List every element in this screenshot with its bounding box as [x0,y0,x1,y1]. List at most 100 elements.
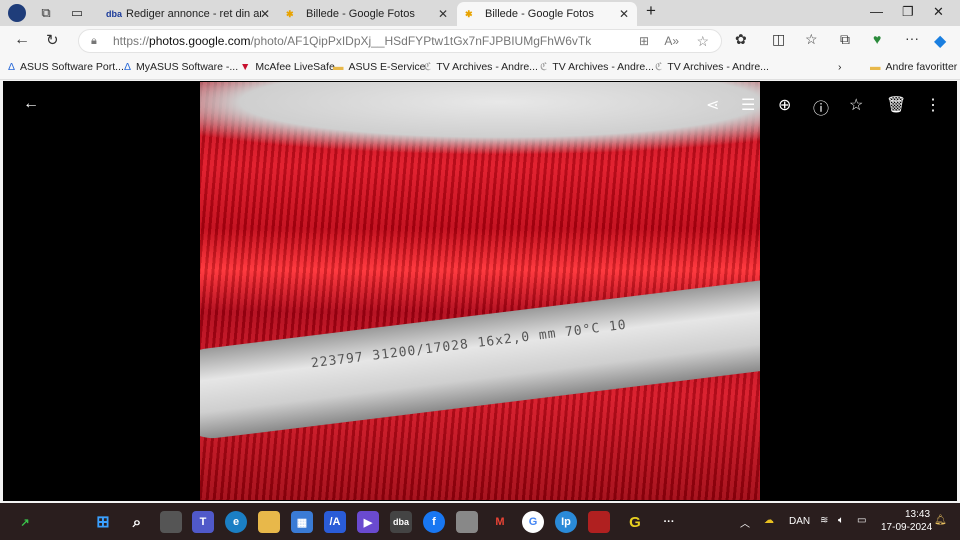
store-icon[interactable]: ▦ [291,511,313,533]
url-input[interactable]: 🔒︎ https://photos.google.com/photo/AF1Qi… [78,29,722,53]
notifications-bell-icon[interactable]: 🔔︎ [934,515,947,526]
clock-date[interactable]: 17-09-2024 [881,522,932,533]
back-button[interactable]: ← [14,31,30,49]
tab-bar: ⧉ ▭ dba Rediger annonce - ret din annonc… [0,0,960,26]
url-prefix: https:// [113,34,150,48]
refresh-button[interactable]: ↻ [46,31,59,49]
wifi-icon[interactable]: ≋ [820,515,828,526]
favorite-star-icon[interactable]: ☆ [849,95,863,115]
bookmarks-bar: Δ ASUS Software Port... Δ MyASUS Software … [0,56,960,80]
favorite-star-icon[interactable]: ☆ [696,33,709,50]
myasus-icon[interactable]: /A [324,511,346,533]
bookmark-item[interactable]: ℭ TV Archives - Andre... [424,61,538,73]
collections-icon[interactable]: ⧉ [840,31,850,48]
minimize-button[interactable]: — [870,4,883,19]
app-icon-red[interactable] [588,511,610,533]
bookmark-label: ASUS Software Port... [20,61,124,73]
dba-taskbar-icon[interactable]: dba [390,511,412,533]
bookmark-label: TV Archives - Andre... [667,61,769,73]
taskbar: ↗ ⊞ ⌕ T e ▦ /A ▶ dba f M G Ip G ··· ︿ ☁ … [0,503,960,540]
restore-button[interactable]: ❐ [902,4,914,20]
other-favorites-folder[interactable]: ▬ Andre favoritter [870,61,957,73]
tv-archives-icon: ℭ [540,61,548,73]
bookmark-item[interactable]: Δ ASUS Software Port... [8,61,124,73]
media-player-icon[interactable]: ▶ [357,511,379,533]
profile-avatar[interactable] [8,4,26,22]
bookmark-label: TV Archives - Andre... [552,61,654,73]
read-aloud-icon[interactable]: A» [664,34,679,48]
browser-essentials-icon[interactable]: ♥ [873,31,881,47]
edit-adjust-icon[interactable]: ☰ [741,95,755,115]
gmail-icon[interactable]: M [489,511,511,533]
facebook-icon[interactable]: f [423,511,445,533]
start-button[interactable]: ⊞ [92,511,114,533]
tab-actions-icon[interactable]: ▭ [68,4,86,22]
bookmark-label: ASUS E-Service [348,61,426,73]
close-window-button[interactable]: ✕ [933,4,944,20]
share-icon[interactable]: ⋖ [706,95,719,115]
workspaces-icon[interactable]: ⧉ [37,4,55,22]
bookmark-item[interactable]: ℭ TV Archives - Andre... [655,61,769,73]
new-tab-button[interactable]: + [646,1,656,21]
app-icon[interactable]: Ip [555,511,577,533]
language-indicator[interactable]: DAN [789,516,810,527]
bookmark-item[interactable]: Δ MyASUS Software -... [124,61,238,73]
tab-dba[interactable]: dba Rediger annonce - ret din annonce ✕ [98,2,278,26]
volume-icon[interactable]: 🔈︎ [838,515,844,526]
file-explorer-icon[interactable] [258,511,280,533]
photo-viewer: 223797 31200/17028 16x2,0 mm 70°C 10 ← ⋖… [3,81,957,501]
mcafee-icon: ▼ [240,61,251,73]
more-menu-icon[interactable]: ··· [905,30,919,46]
tab-label: Rediger annonce - ret din annonce [126,8,261,20]
tab-label: Billede - Google Fotos [485,8,594,20]
zoom-icon[interactable]: ⊕ [778,95,791,115]
white-pipe [200,275,760,443]
folder-icon: ▬ [870,61,881,73]
url-path: /photo/AF1QipPxIDpXj__HSdFYPtw1tGx7nFJPB… [250,34,592,48]
more-apps-icon[interactable]: ··· [658,511,680,533]
edge-icon[interactable]: e [225,511,247,533]
app-icon-g[interactable]: G [624,511,646,533]
favorites-icon[interactable]: ☆ [805,31,818,48]
back-arrow-icon[interactable]: ← [23,95,39,113]
extensions-icon[interactable]: ✿ [735,31,747,48]
close-tab-icon[interactable]: ✕ [619,7,629,21]
dba-favicon: dba [106,9,123,19]
other-favorites-label: Andre favoritter [885,61,958,73]
google-photos-favicon: ✱ [465,8,473,19]
teams-icon[interactable]: T [192,511,214,533]
asus-icon: Δ [124,61,132,73]
split-screen-icon[interactable]: ◫ [772,31,785,48]
tv-archives-icon: ℭ [424,61,432,73]
bookmark-item[interactable]: ℭ TV Archives - Andre... [540,61,654,73]
bookmark-item[interactable]: ▬ ASUS E-Service [333,61,426,73]
info-icon[interactable]: ⓘ [813,95,829,119]
url-domain: photos.google.com [149,34,251,48]
task-view-icon[interactable] [160,511,182,533]
bookmark-label: McAfee LiveSafe [255,61,335,73]
close-tab-icon[interactable]: ✕ [438,7,448,21]
lock-icon: 🔒︎ [91,34,97,47]
tab-google-photos-2[interactable]: ✱ Billede - Google Fotos ✕ [457,2,637,26]
bookmark-item[interactable]: ▼ McAfee LiveSafe [240,61,335,73]
bookmark-label: MyASUS Software -... [136,61,239,73]
delete-icon[interactable]: 🗑︎ [886,95,906,115]
copilot-icon[interactable]: ◆ [934,31,946,51]
onedrive-warning-icon[interactable]: ☁ [764,515,774,526]
more-bookmarks-chevron-icon[interactable]: › [838,61,842,73]
search-button[interactable]: ⌕ [126,511,148,533]
bookmark-label: TV Archives - Andre... [436,61,538,73]
close-tab-icon[interactable]: ✕ [260,7,270,21]
app-available-icon[interactable]: ⊞ [639,34,649,48]
battery-icon[interactable]: ▭ [857,515,866,526]
show-hidden-icons-chevron[interactable]: ︿ [740,515,750,530]
google-icon[interactable]: G [522,511,544,533]
folder-icon: ▬ [333,61,344,73]
more-options-icon[interactable]: ⋮ [925,95,941,115]
tv-archives-app-icon[interactable] [456,511,478,533]
stocks-widget-icon[interactable]: ↗ [14,511,36,533]
tab-label: Billede - Google Fotos [306,8,415,20]
clock-time[interactable]: 13:43 [905,509,930,520]
photo-image: 223797 31200/17028 16x2,0 mm 70°C 10 [200,82,760,500]
tab-google-photos-1[interactable]: ✱ Billede - Google Fotos ✕ [278,2,456,26]
